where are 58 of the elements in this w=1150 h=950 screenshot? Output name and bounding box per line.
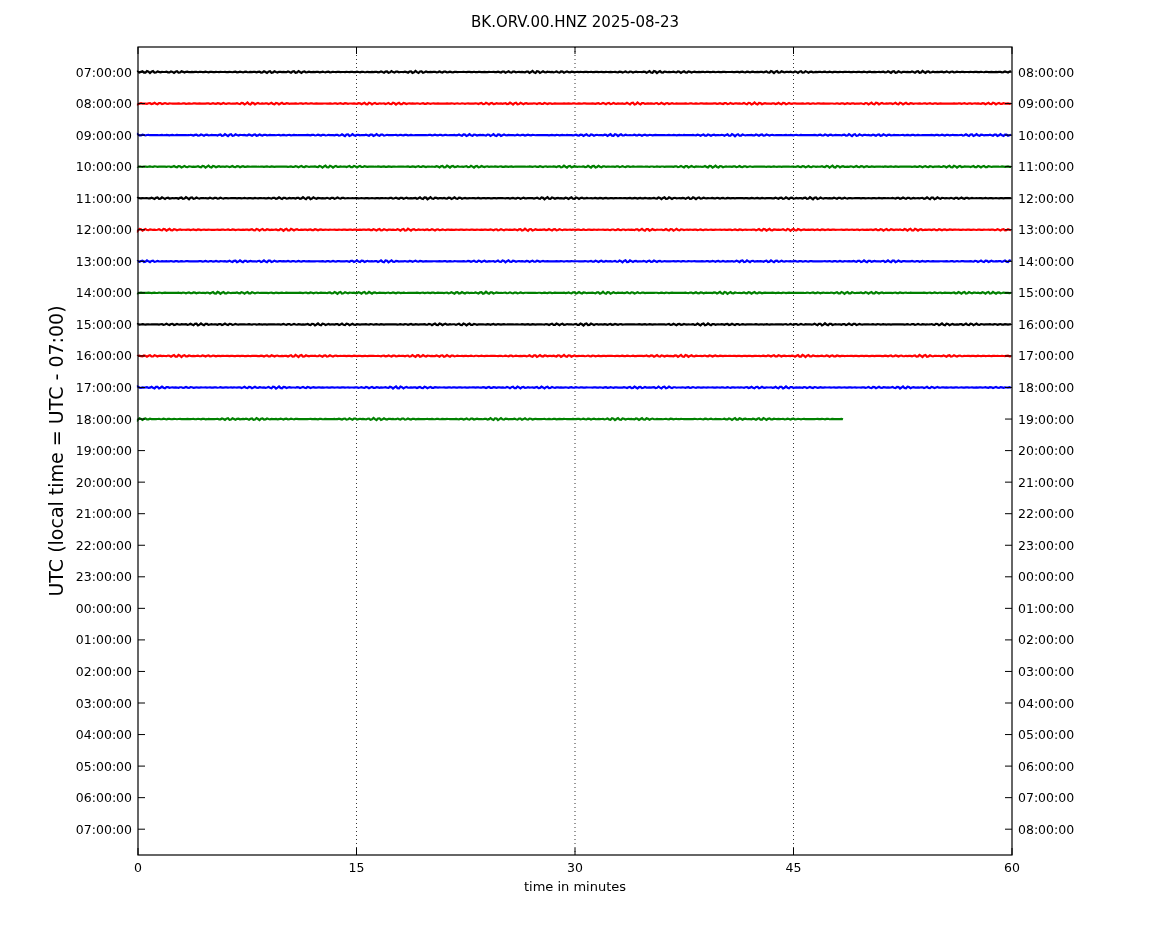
y-tick-label: 04:00:00 (75, 727, 132, 743)
right-y-tick-label: 11:00:00 (1018, 159, 1075, 175)
y-tick-label: 07:00:00 (75, 821, 132, 837)
x-axis-label: time in minutes (523, 879, 627, 894)
right-y-tick-label: 20:00:00 (1018, 443, 1075, 459)
y-tick-label: 07:00:00 (75, 64, 132, 80)
y-tick-label: 22:00:00 (75, 537, 132, 553)
x-tick-label: 60 (1004, 860, 1020, 875)
y-tick-label: 00:00:00 (75, 600, 132, 616)
y-tick-label: 03:00:00 (75, 695, 132, 711)
x-tick-label: 30 (567, 860, 583, 875)
right-y-tick-label: 10:00:00 (1018, 127, 1075, 143)
right-y-tick-label: 16:00:00 (1018, 316, 1075, 332)
y-tick-label: 19:00:00 (75, 443, 132, 459)
y-tick-label: 15:00:00 (75, 316, 132, 332)
right-y-tick-label: 23:00:00 (1018, 537, 1075, 553)
y-tick-label: 13:00:00 (75, 253, 132, 269)
right-y-tick-label: 19:00:00 (1018, 411, 1075, 427)
y-tick-label: 12:00:00 (75, 222, 132, 238)
right-y-tick-label: 05:00:00 (1018, 727, 1075, 743)
right-y-tick-label: 21:00:00 (1018, 474, 1075, 490)
y-tick-label: 10:00:00 (75, 159, 132, 175)
right-y-tick-label: 22:00:00 (1018, 506, 1075, 522)
right-y-tick-label: 02:00:00 (1018, 632, 1075, 648)
right-y-tick-label: 01:00:00 (1018, 600, 1075, 616)
y-tick-label: 01:00:00 (75, 632, 132, 648)
right-y-tick-label: 18:00:00 (1018, 380, 1075, 395)
y-tick-label: 05:00:00 (75, 758, 132, 774)
right-y-tick-label: 13:00:00 (1018, 222, 1075, 238)
y-tick-label: 06:00:00 (75, 790, 132, 806)
y-tick-label: 14:00:00 (75, 285, 132, 301)
y-tick-label: 08:00:00 (75, 96, 132, 112)
right-y-tick-label: 14:00:00 (1018, 253, 1075, 269)
right-y-tick-label: 12:00:00 (1018, 190, 1075, 206)
y-axis-label: UTC (local time = UTC - 07:00) (45, 305, 67, 597)
y-tick-label: 23:00:00 (75, 569, 132, 585)
y-tick-label: 09:00:00 (75, 127, 132, 143)
x-tick-label: 45 (785, 860, 802, 875)
y-tick-label: 17:00:00 (75, 380, 132, 395)
right-y-tick-label: 06:00:00 (1018, 758, 1075, 774)
right-y-tick-label: 07:00:00 (1018, 790, 1075, 806)
right-y-tick-label: 03:00:00 (1018, 663, 1075, 679)
right-y-tick-label: 04:00:00 (1018, 695, 1075, 711)
right-y-tick-label: 00:00:00 (1018, 569, 1075, 585)
right-y-tick-label: 15:00:00 (1018, 285, 1075, 301)
y-tick-label: 20:00:00 (75, 474, 132, 490)
y-tick-label: 18:00:00 (75, 411, 132, 427)
right-y-tick-label: 08:00:00 (1018, 821, 1075, 837)
x-tick-label: 15 (348, 860, 365, 875)
right-y-tick-label: 08:00:00 (1018, 64, 1075, 80)
y-tick-label: 21:00:00 (75, 506, 132, 522)
y-tick-label: 02:00:00 (75, 663, 132, 679)
y-tick-label: 16:00:00 (75, 348, 132, 364)
x-tick-label: 0 (134, 860, 142, 875)
y-tick-label: 11:00:00 (75, 190, 132, 206)
chart-title: BK.ORV.00.HNZ 2025-08-23 (471, 13, 679, 31)
right-y-tick-label: 09:00:00 (1018, 96, 1075, 112)
right-y-tick-label: 17:00:00 (1018, 348, 1075, 364)
